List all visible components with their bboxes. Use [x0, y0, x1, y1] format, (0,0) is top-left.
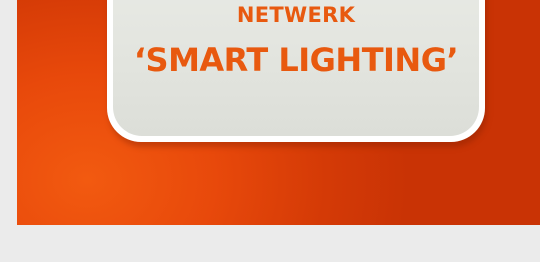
page: NETWERK ‘SMART LIGHTING’: [0, 0, 540, 262]
orange-banner: NETWERK ‘SMART LIGHTING’: [17, 0, 540, 225]
title-card-inner: NETWERK ‘SMART LIGHTING’: [113, 0, 479, 136]
card-heading-smart-lighting: ‘SMART LIGHTING’: [133, 41, 459, 79]
card-heading-netwerk: NETWERK: [236, 3, 356, 27]
title-card: NETWERK ‘SMART LIGHTING’: [107, 0, 485, 142]
